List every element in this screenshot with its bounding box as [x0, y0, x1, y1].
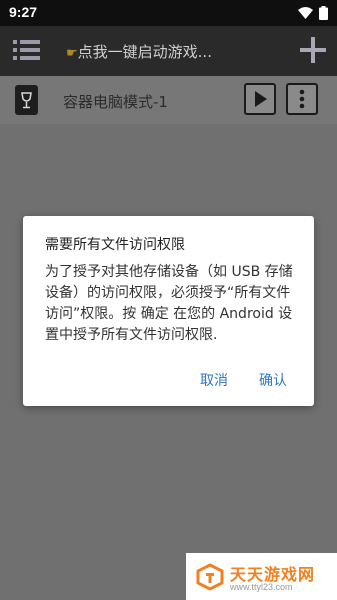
status-icons: [298, 6, 328, 20]
permission-dialog: 需要所有文件访问权限 为了授予对其他存储设备（如 USB 存储设备）的访问权限，…: [23, 216, 314, 406]
battery-icon: [319, 6, 328, 20]
launch-game-title[interactable]: ☛点我一键启动游戏...: [66, 41, 212, 62]
more-options-button[interactable]: [286, 83, 318, 115]
status-time: 9:27: [9, 4, 38, 20]
wifi-icon: [298, 7, 313, 19]
play-button[interactable]: [244, 83, 276, 115]
container-icon: [15, 85, 38, 115]
dialog-title: 需要所有文件访问权限: [45, 237, 185, 253]
container-list-item[interactable]: 容器电脑模式-1: [0, 76, 337, 124]
container-name: 容器电脑模式-1: [63, 93, 168, 111]
wine-glass-icon: [21, 92, 32, 109]
confirm-button[interactable]: 确认: [259, 370, 287, 390]
toolbar-title-text: 点我一键启动游戏...: [77, 43, 212, 61]
pointing-hand-icon: ☛: [66, 46, 78, 61]
cancel-button[interactable]: 取消: [200, 370, 228, 390]
dialog-message: 为了授予对其他存储设备（如 USB 存储设备）的访问权限，必须授予“所有文件访问…: [45, 264, 293, 343]
toolbar: ☛点我一键启动游戏...: [0, 26, 337, 76]
watermark-url: www.ttyl23.com: [230, 582, 293, 592]
add-icon[interactable]: [300, 37, 326, 63]
more-vertical-icon: [299, 89, 305, 109]
menu-list-icon[interactable]: [13, 37, 41, 63]
site-logo-icon: [196, 563, 224, 591]
play-icon: [255, 91, 267, 107]
watermark: 天天游戏网 www.ttyl23.com: [186, 553, 337, 600]
status-bar: 9:27: [0, 0, 337, 26]
